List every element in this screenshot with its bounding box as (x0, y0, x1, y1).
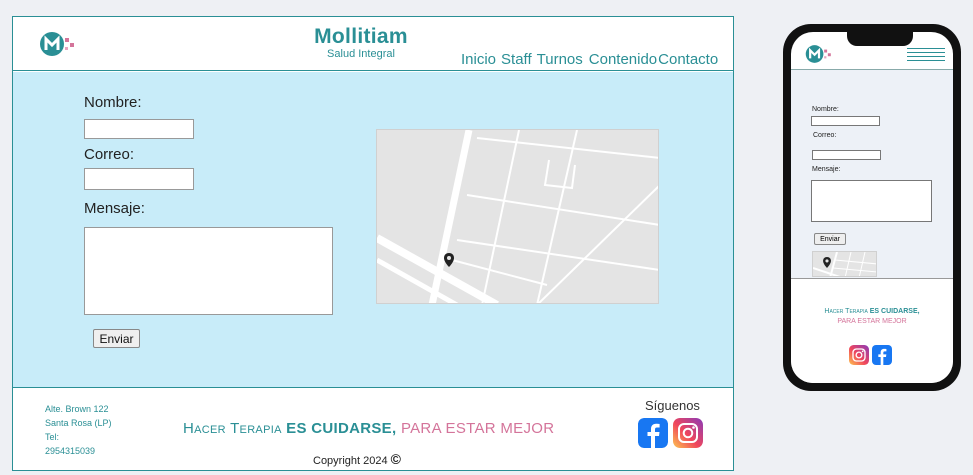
mobile-name-label: Nombre: (812, 106, 839, 113)
message-textarea[interactable] (84, 227, 333, 315)
site-footer: Alte. Brown 122 Santa Rosa (LP) Tel: 295… (13, 387, 733, 470)
mobile-message-textarea[interactable] (811, 180, 932, 222)
mobile-contact-section: Nombre: Correo: Mensaje: Enviar (791, 70, 953, 278)
main-nav: Inicio Staff Turnos Contenido Contacto (461, 51, 718, 68)
tagline-part3: PARA ESTAR MEJOR (400, 420, 555, 437)
phone-label: Tel: (45, 432, 60, 442)
tagline: Hacer Terapia ES CUIDARSE, PARA ESTAR ME… (183, 420, 554, 437)
name-input[interactable] (84, 119, 194, 139)
mobile-name-input[interactable] (811, 116, 880, 126)
mobile-screen: Nombre: Correo: Mensaje: Enviar Hacer Te… (791, 32, 953, 383)
mobile-preview: Nombre: Correo: Mensaje: Enviar Hacer Te… (783, 24, 961, 391)
nav-turnos[interactable]: Turnos (537, 51, 583, 68)
name-label: Nombre: (84, 94, 142, 111)
desktop-page: Mollitiam Salud Integral Inicio Staff Tu… (12, 16, 734, 471)
tagline-part1: Hacer Terapia (183, 420, 282, 437)
nav-contenido[interactable]: Contenido (589, 51, 657, 68)
copyright-symbol: © (390, 451, 401, 467)
nav-staff[interactable]: Staff (501, 51, 532, 68)
map-pin-icon[interactable] (444, 253, 454, 267)
message-label: Mensaje: (84, 200, 145, 217)
nav-inicio[interactable]: Inicio (461, 51, 496, 68)
email-input[interactable] (84, 168, 194, 190)
site-header: Mollitiam Salud Integral Inicio Staff Tu… (13, 17, 733, 71)
hamburger-menu-icon[interactable] (907, 48, 945, 64)
copyright: Copyright 2024 © (313, 451, 401, 467)
brand-subtitle: Salud Integral (327, 48, 395, 60)
contact-section: Nombre: Correo: Mensaje: Enviar (13, 72, 733, 387)
mobile-tagline-part2: ES CUIDARSE, (869, 308, 920, 315)
nav-contacto[interactable]: Contacto (658, 51, 718, 68)
mobile-tagline-line1: Hacer Terapia ES CUIDARSE, (791, 307, 953, 317)
mobile-footer: Hacer Terapia ES CUIDARSE, PARA ESTAR ME… (791, 278, 953, 383)
brand-name: Mollitiam (314, 25, 408, 48)
tagline-part2: ES CUIDARSE, (286, 420, 397, 437)
phone-number: 2954315039 (45, 446, 96, 456)
phone-notch (847, 32, 913, 46)
mobile-tagline-line2: PARA ESTAR MEJOR (837, 318, 907, 325)
mobile-email-input[interactable] (812, 150, 881, 160)
brand: Mollitiam Salud Integral (309, 25, 413, 61)
mobile-message-label: Mensaje: (812, 166, 841, 173)
mobile-email-label: Correo: (813, 132, 837, 139)
follow-label: Síguenos (645, 398, 700, 413)
address-line2: Santa Rosa (LP) (45, 418, 112, 428)
mobile-map-pin-icon[interactable] (823, 257, 831, 268)
logo-icon[interactable] (39, 29, 77, 59)
address-line1: Alte. Brown 122 (45, 404, 109, 414)
map-streets (377, 130, 658, 303)
submit-button[interactable]: Enviar (93, 329, 140, 348)
mobile-instagram-icon[interactable] (849, 345, 869, 365)
mobile-submit-button[interactable]: Enviar (814, 233, 846, 245)
mobile-logo-icon[interactable] (805, 42, 833, 66)
address-block: Alte. Brown 122 Santa Rosa (LP) Tel: 295… (45, 402, 112, 458)
instagram-icon[interactable] (673, 418, 703, 448)
map[interactable] (376, 129, 659, 304)
mobile-facebook-icon[interactable] (872, 345, 892, 365)
facebook-icon[interactable] (638, 418, 668, 448)
mobile-map[interactable] (812, 251, 877, 277)
email-label: Correo: (84, 146, 135, 163)
mobile-tagline-part1: Hacer Terapia (824, 308, 868, 315)
copyright-text: Copyright 2024 (313, 455, 388, 467)
